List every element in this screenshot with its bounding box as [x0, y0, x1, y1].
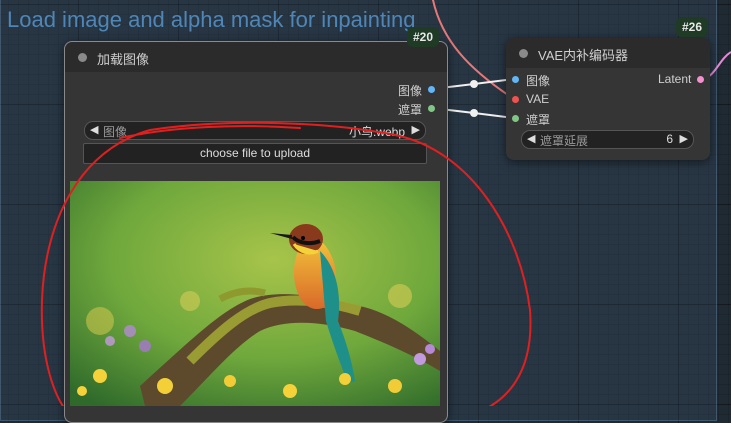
- input-vae-port[interactable]: [512, 96, 519, 103]
- widget-label: 图像: [103, 125, 128, 139]
- input-mask-label: 遮罩: [526, 113, 551, 127]
- output-latent[interactable]: Latent: [658, 72, 691, 86]
- input-mask[interactable]: 遮罩: [526, 111, 550, 128]
- left-arrow-icon[interactable]: ◀: [90, 123, 98, 136]
- image-preview[interactable]: [70, 181, 440, 406]
- output-mask-port[interactable]: [428, 105, 435, 112]
- collapse-dot-icon[interactable]: [519, 49, 528, 58]
- upload-button[interactable]: choose file to upload: [83, 143, 427, 164]
- right-arrow-icon[interactable]: ▶: [412, 123, 420, 136]
- collapse-dot-icon[interactable]: [78, 53, 87, 62]
- input-image[interactable]: 图像: [526, 72, 550, 89]
- output-image[interactable]: 图像: [398, 82, 422, 99]
- widget-value: 小鸟.webp: [348, 125, 405, 139]
- widget-value: 6: [666, 132, 673, 146]
- mask-grow-widget[interactable]: ◀ 遮罩延展 6 ▶: [521, 130, 694, 149]
- widget-label: 遮罩延展: [540, 134, 589, 148]
- input-mask-port[interactable]: [512, 115, 519, 122]
- output-image-port[interactable]: [428, 86, 435, 93]
- node-id-badge: #26: [676, 17, 709, 37]
- image-combo-widget[interactable]: ◀ 图像 小鸟.webp ▶: [84, 121, 426, 140]
- left-arrow-icon[interactable]: ◀: [527, 132, 535, 145]
- input-image-label: 图像: [526, 74, 551, 88]
- output-latent-label: Latent: [658, 72, 692, 86]
- bird-photo: [70, 181, 440, 406]
- output-mask-label: 遮罩: [398, 103, 423, 117]
- node-id-badge: #20: [407, 27, 440, 47]
- input-image-port[interactable]: [512, 76, 519, 83]
- right-arrow-icon[interactable]: ▶: [680, 132, 688, 145]
- node-title: 加载图像: [97, 52, 150, 67]
- output-latent-port[interactable]: [697, 76, 704, 83]
- node-title: VAE内补编码器: [538, 48, 629, 63]
- output-mask[interactable]: 遮罩: [398, 101, 422, 118]
- input-vae[interactable]: VAE: [526, 92, 549, 106]
- input-vae-label: VAE: [526, 92, 550, 106]
- node-header[interactable]: 加载图像: [65, 42, 447, 72]
- group-title[interactable]: Load image and alpha mask for inpainting: [7, 7, 567, 33]
- node-header[interactable]: VAE内补编码器: [506, 38, 710, 68]
- output-image-label: 图像: [398, 84, 423, 98]
